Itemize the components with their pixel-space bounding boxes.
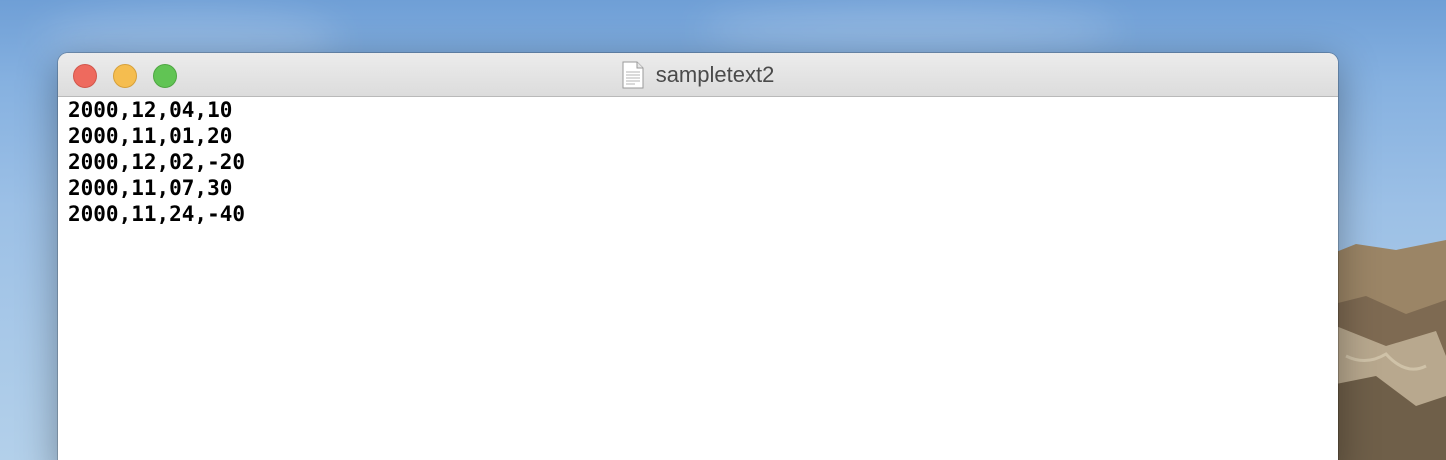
text-editor-area[interactable]: 2000,12,04,10 2000,11,01,20 2000,12,02,-… bbox=[58, 97, 1338, 460]
plain-text-document-icon[interactable] bbox=[622, 61, 644, 89]
text-line[interactable]: 2000,11,24,-40 bbox=[68, 201, 1338, 227]
text-line[interactable]: 2000,11,07,30 bbox=[68, 175, 1338, 201]
wallpaper-cloud bbox=[700, 5, 1120, 55]
minimize-button[interactable] bbox=[113, 64, 137, 88]
close-button[interactable] bbox=[73, 64, 97, 88]
wallpaper-cliff bbox=[1326, 240, 1446, 460]
text-line[interactable]: 2000,12,04,10 bbox=[68, 97, 1338, 123]
window-title[interactable]: sampletext2 bbox=[656, 62, 775, 88]
window-title-group: sampletext2 bbox=[58, 53, 1338, 97]
zoom-button[interactable] bbox=[153, 64, 177, 88]
text-line[interactable]: 2000,11,01,20 bbox=[68, 123, 1338, 149]
textedit-window: sampletext2 2000,12,04,10 2000,11,01,20 … bbox=[58, 53, 1338, 460]
title-bar[interactable]: sampletext2 bbox=[58, 53, 1338, 97]
text-line[interactable]: 2000,12,02,-20 bbox=[68, 149, 1338, 175]
